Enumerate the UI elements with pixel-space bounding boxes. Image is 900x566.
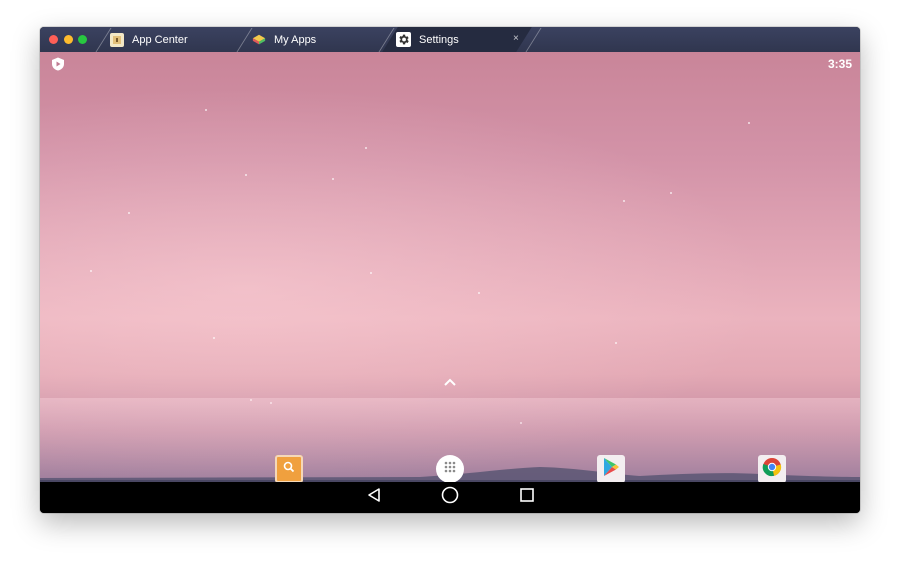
close-tab-button[interactable]: × [513,33,519,45]
chrome-app[interactable] [758,455,786,482]
tab-my-apps[interactable]: My Apps [236,27,380,52]
recents-button[interactable] [507,482,547,513]
app-center-icon [110,32,124,47]
gear-icon [396,32,411,47]
play-store-icon [602,457,620,482]
window-minimize-button[interactable] [64,35,73,44]
tab-settings[interactable]: Settings [378,27,542,52]
back-triangle-icon [366,487,382,508]
my-apps-icon [252,33,266,47]
chevron-up-icon[interactable] [442,375,458,387]
play-store-app[interactable] [597,455,625,482]
window-maximize-button[interactable] [78,35,87,44]
bluestacks-window: App Center My Apps Settings × 3:35 [40,27,860,513]
status-clock: 3:35 [827,57,852,71]
android-home-screen[interactable]: 3:35 [40,52,860,482]
tab-my-apps-label: My Apps [274,33,317,46]
search-icon [282,460,296,479]
home-circle-icon [441,486,459,509]
search-app[interactable] [275,455,303,482]
tab-app-center-label: App Center [132,33,188,46]
app-drawer-button[interactable] [436,455,464,482]
tab-settings-label: Settings [419,33,459,46]
android-nav-bar [40,482,860,513]
title-bar: App Center My Apps Settings × [40,27,860,52]
chrome-icon [762,457,782,482]
back-button[interactable] [354,482,394,513]
home-button[interactable] [430,482,470,513]
recents-square-icon [519,487,535,508]
tab-app-center[interactable]: App Center [95,27,238,52]
shield-play-icon [51,57,65,71]
window-close-button[interactable] [49,35,58,44]
app-drawer-icon [443,460,457,479]
